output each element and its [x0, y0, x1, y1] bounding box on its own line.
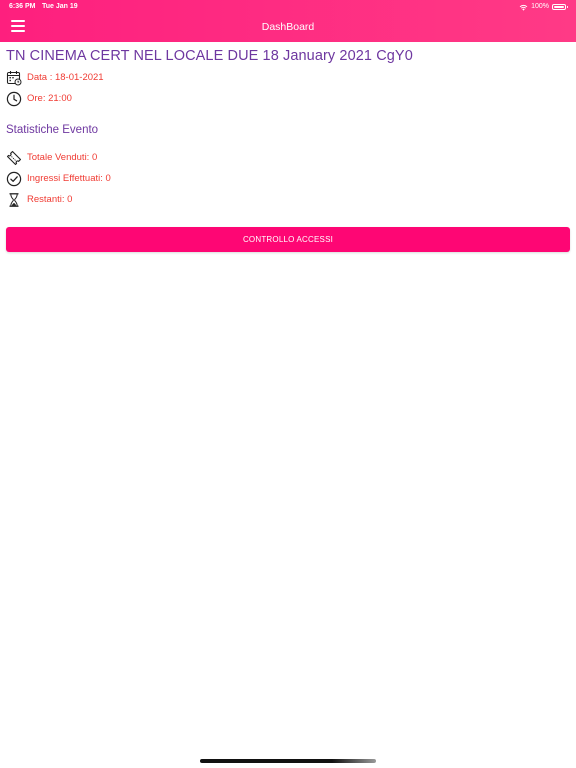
event-date: Data : 18-01-2021	[27, 72, 104, 83]
clock-icon	[6, 91, 22, 106]
main-content: TN CINEMA CERT NEL LOCALE DUE 18 January…	[6, 46, 570, 210]
battery-percent: 100%	[531, 3, 549, 10]
stat-remaining-row: Restanti: 0	[6, 189, 570, 210]
stat-entries-row: Ingressi Effettuati: 0	[6, 168, 570, 189]
stat-sold: Totale Venduti: 0	[27, 152, 98, 163]
status-date: Tue Jan 19	[42, 3, 78, 10]
stat-sold-row: Totale Venduti: 0	[6, 147, 570, 168]
calendar-icon	[6, 70, 22, 85]
page-title: DashBoard	[261, 21, 315, 33]
event-time: Ore: 21:00	[27, 93, 72, 104]
hourglass-icon	[9, 192, 19, 207]
check-circle-icon	[6, 171, 22, 186]
stats-list: Totale Venduti: 0 Ingressi Effettuati: 0…	[6, 147, 570, 210]
home-indicator	[200, 759, 376, 763]
app-header: 6:36 PM Tue Jan 19 100% DashBoard	[0, 0, 576, 42]
event-time-row: Ore: 21:00	[6, 88, 570, 109]
stat-remaining: Restanti: 0	[27, 194, 73, 205]
event-title: TN CINEMA CERT NEL LOCALE DUE 18 January…	[6, 48, 413, 64]
status-time: 6:36 PM	[9, 3, 36, 10]
status-bar: 6:36 PM Tue Jan 19 100%	[0, 0, 576, 14]
ticket-icon	[6, 150, 22, 165]
status-right: 100%	[519, 0, 568, 14]
battery-icon	[552, 4, 568, 10]
access-control-button[interactable]: CONTROLLO ACCESSI	[6, 227, 570, 252]
stat-entries: Ingressi Effettuati: 0	[27, 173, 111, 184]
wifi-icon	[519, 4, 528, 11]
event-date-row: Data : 18-01-2021	[6, 67, 570, 88]
stats-section-title: Statistiche Evento	[6, 124, 99, 136]
